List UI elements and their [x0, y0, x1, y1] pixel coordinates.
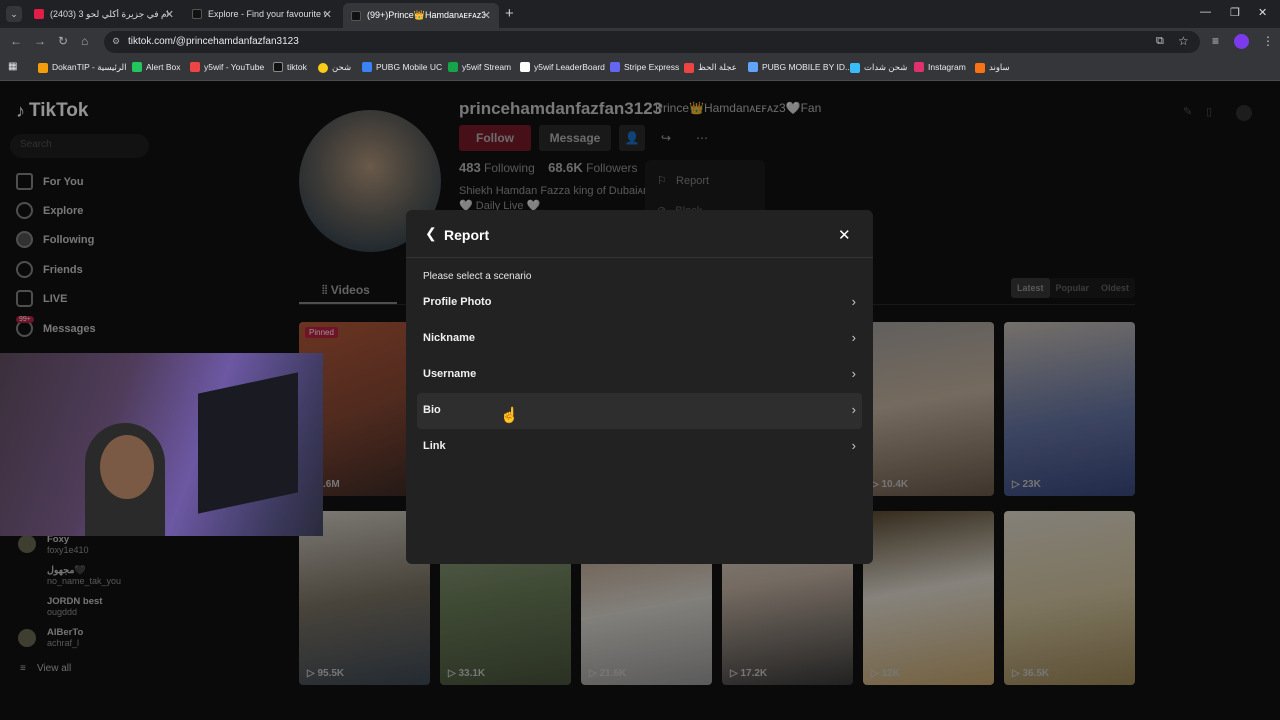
profile-avatar-icon[interactable]: [1234, 34, 1249, 49]
reload-icon[interactable]: ↻: [58, 34, 68, 48]
tab-title: (2403) 3 أيام في جزيرة أكلي لحو...: [50, 8, 168, 19]
media-icon[interactable]: ≡: [1212, 34, 1219, 48]
bookmarks-bar: ▦ DokanTIP - الرئيسية Alert Box y5wif - …: [0, 56, 1280, 81]
url-text[interactable]: tiktok.com/@princehamdanfazfan3123: [128, 36, 299, 47]
restore-icon[interactable]: ❐: [1230, 6, 1240, 19]
close-icon[interactable]: ✕: [323, 8, 332, 21]
report-modal: ❮ Report ✕ Please select a scenario Prof…: [406, 210, 873, 564]
back-icon[interactable]: ❮: [425, 225, 441, 241]
home-icon[interactable]: ⌂: [81, 34, 88, 48]
close-icon[interactable]: ✕: [165, 8, 174, 21]
close-icon[interactable]: ✕: [482, 9, 491, 22]
bookmark-item[interactable]: Stripe Express: [610, 62, 679, 72]
hand-cursor-icon: ☝: [500, 407, 519, 424]
bookmark-item[interactable]: شحن: [318, 62, 351, 73]
webcam-monitor: [198, 372, 298, 514]
tab-search-icon[interactable]: ⌄: [6, 6, 22, 22]
bookmark-item[interactable]: Alert Box: [132, 62, 181, 72]
bookmark-item[interactable]: tiktok: [273, 62, 307, 72]
browser-tab-1[interactable]: (2403) 3 أيام في جزيرة أكلي لحو... ✕: [26, 3, 182, 25]
tab-strip: ⌄ (2403) 3 أيام في جزيرة أكلي لحو... ✕ E…: [0, 0, 1280, 28]
apps-icon[interactable]: ▦: [8, 61, 17, 72]
webcam-head: [100, 435, 154, 499]
browser-tab-2[interactable]: Explore - Find your favourite vi... ✕: [184, 3, 340, 25]
bookmark-item[interactable]: DokanTIP - الرئيسية: [38, 62, 126, 73]
close-icon[interactable]: ✕: [838, 226, 851, 244]
chevron-right-icon: ›: [851, 294, 856, 309]
chevron-right-icon: ›: [851, 438, 856, 453]
bookmark-item[interactable]: PUBG Mobile UC: [362, 62, 442, 72]
webcam-overlay: [0, 353, 323, 536]
install-icon[interactable]: ⧉: [1156, 35, 1164, 48]
tiktok-icon: [351, 10, 361, 21]
bookmark-item[interactable]: Instagram: [914, 62, 966, 72]
bookmark-item[interactable]: PUBG MOBILE BY ID...: [748, 62, 852, 72]
browser-tab-3[interactable]: (99+)Prince👑Hamdanᴀᴇꜰᴀᴢ3💗 ✕: [343, 3, 499, 28]
bookmark-item[interactable]: y5wif LeaderBoard: [520, 62, 605, 72]
bookmark-item[interactable]: y5wif Stream: [448, 62, 511, 72]
chevron-right-icon: ›: [851, 366, 856, 381]
browser-chrome: ⌄ (2403) 3 أيام في جزيرة أكلي لحو... ✕ E…: [0, 0, 1280, 81]
chevron-right-icon: ›: [851, 402, 856, 417]
report-option-nickname[interactable]: Nickname ›: [417, 321, 862, 357]
report-option-profile-photo[interactable]: Profile Photo ›: [417, 285, 862, 321]
report-option-bio[interactable]: Bio ›: [417, 393, 862, 429]
bookmark-star-icon[interactable]: ☆: [1178, 34, 1189, 48]
report-option-username[interactable]: Username ›: [417, 357, 862, 393]
forward-icon[interactable]: →: [34, 34, 46, 48]
modal-title: Report: [444, 227, 490, 243]
tiktok-page: ♪ TikTok Search For You Explore Following…: [0, 81, 1280, 720]
bookmark-item[interactable]: عجلة الحظ: [684, 62, 737, 73]
back-icon[interactable]: ←: [10, 34, 22, 48]
report-option-link[interactable]: Link ›: [417, 429, 862, 465]
address-bar[interactable]: ⚙ tiktok.com/@princehamdanfazfan3123 ⧉ ☆: [104, 31, 1200, 53]
minimize-icon[interactable]: —: [1200, 6, 1211, 18]
tab-title: (99+)Prince👑Hamdanᴀᴇꜰᴀᴢ3💗: [367, 10, 485, 20]
window-close-icon[interactable]: ✕: [1258, 6, 1267, 19]
bookmark-item[interactable]: ساوند: [975, 62, 1010, 73]
modal-header: ❮ Report ✕: [406, 210, 873, 258]
tiktok-icon: [192, 9, 202, 19]
scenario-prompt: Please select a scenario: [423, 271, 532, 282]
toolbar: ← → ↻ ⌂ ⚙ tiktok.com/@princehamdanfazfan…: [0, 28, 1280, 56]
menu-icon[interactable]: ⋮: [1262, 34, 1274, 48]
site-info-icon[interactable]: ⚙: [112, 36, 120, 47]
chevron-right-icon: ›: [851, 330, 856, 345]
bookmark-item[interactable]: y5wif - YouTube: [190, 62, 264, 72]
youtube-icon: [34, 9, 44, 19]
bookmark-item[interactable]: شحن شدات: [850, 62, 907, 73]
new-tab-button[interactable]: +: [505, 5, 514, 22]
tab-title: Explore - Find your favourite vi...: [208, 9, 326, 19]
